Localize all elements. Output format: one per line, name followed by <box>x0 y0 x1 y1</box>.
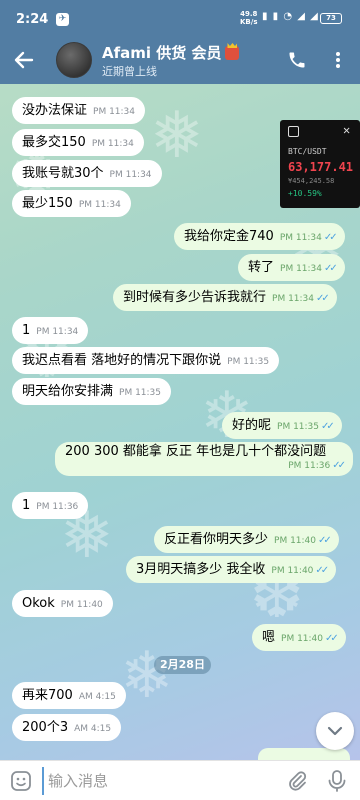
message-bubble[interactable]: 到时候有多少告诉我就行 PM 11:34 ✓✓ <box>113 284 337 311</box>
message-text: 最多交150 <box>22 135 86 150</box>
message-text: 到时候有多少告诉我就行 <box>123 290 267 305</box>
message-text: 1 <box>22 323 31 338</box>
message-time: PM 11:34 <box>93 107 136 117</box>
message-bubble[interactable]: 最少150 PM 11:34 <box>12 190 131 217</box>
chevron-down-icon <box>327 726 343 736</box>
message-bubble[interactable]: 再来700 AM 4:15 <box>12 682 126 709</box>
message-bubble[interactable]: 最多交150 PM 11:34 <box>12 129 144 156</box>
message-text: 3月明天搞多少 我全收 <box>136 562 266 577</box>
btc-price: 63,177.41 <box>288 160 354 174</box>
message-bubble[interactable]: 好的呢 PM 11:35 ✓✓ <box>222 412 342 439</box>
status-bar: 2:24 ✈ 49.8 KB/s ▮ ▮ ◔ ◢ ◢ 73 <box>0 0 360 36</box>
message-time: AM 4:15 <box>74 724 112 734</box>
message-text: 200个3 <box>22 720 69 735</box>
message-text: 明天给你安排满 <box>22 384 114 399</box>
read-receipt-icon: ✓✓ <box>318 535 332 546</box>
message-time: PM 11:40 <box>271 566 314 576</box>
battery-icon: 73 <box>320 13 342 24</box>
message-time: PM 11:35 <box>277 422 320 432</box>
expand-icon[interactable] <box>288 126 299 137</box>
message-time: PM 11:34 <box>91 139 134 149</box>
message-time: PM 11:40 <box>274 536 317 546</box>
message-text: 转了 <box>248 260 275 275</box>
message-bubble[interactable]: 我账号就30个 PM 11:34 <box>12 160 162 187</box>
message-text: 我迟点看看 落地好的情况下跟你说 <box>22 353 222 368</box>
btc-price-widget[interactable]: ✕ BTC/USDT 63,177.41 ¥454,245.58 +10.59% <box>280 120 360 208</box>
message-bubble[interactable]: 200 300 都能拿 反正 年也是几十个都没问题 PM 11:36 ✓✓ <box>55 442 353 476</box>
btc-change: +10.59% <box>288 189 322 198</box>
status-time: 2:24 <box>16 12 49 27</box>
back-arrow-icon[interactable] <box>10 46 38 74</box>
message-text: 好的呢 <box>232 418 272 433</box>
message-bubble[interactable]: 我迟点看看 落地好的情况下跟你说 PM 11:35 <box>12 347 280 374</box>
message-text: 最少150 <box>22 196 73 211</box>
message-time: AM 4:15 <box>78 692 116 702</box>
message-bubble[interactable]: 我给你定金740 PM 11:34 ✓✓ <box>174 223 345 250</box>
sticker-emoji-icon[interactable] <box>10 770 32 792</box>
last-seen-status: 近期曾上线 <box>102 65 157 78</box>
message-text: 再来700 <box>22 688 73 703</box>
message-time: PM 11:34 <box>78 200 121 210</box>
message-bubble[interactable]: 反正看你明天多少 PM 11:40 ✓✓ <box>154 526 339 553</box>
message-text: 嗯 <box>262 630 276 645</box>
message-time: PM 11:36 <box>288 461 331 471</box>
chat-title-wrap[interactable]: Afami 供货 会员 <box>102 42 240 63</box>
message-time: PM 11:40 <box>60 600 103 610</box>
message-bubble[interactable]: 嗯 PM 11:40 ✓✓ <box>252 624 346 651</box>
message-time: PM 11:34 <box>109 170 152 180</box>
message-time: PM 11:34 <box>280 264 323 274</box>
phone-icon[interactable] <box>287 50 307 70</box>
attach-icon[interactable] <box>286 770 308 792</box>
read-receipt-icon: ✓✓ <box>321 421 335 432</box>
message-time: PM 11:35 <box>227 357 270 367</box>
chat-title: Afami 供货 会员 <box>102 44 222 62</box>
message-time: PM 11:40 <box>281 634 324 644</box>
network-speed: 49.8 KB/s <box>240 10 257 26</box>
read-receipt-icon: ✓✓ <box>315 565 329 576</box>
scroll-to-bottom-button[interactable] <box>316 712 354 750</box>
message-input[interactable] <box>42 767 272 795</box>
message-bubble[interactable]: 明天给你安排满 PM 11:35 <box>12 378 172 405</box>
message-text: 200 300 都能拿 反正 年也是几十个都没问题 <box>65 444 327 459</box>
crown-badge-icon <box>225 46 240 60</box>
message-bubble[interactable]: 200个3 AM 4:15 <box>12 714 122 741</box>
message-time: PM 11:34 <box>272 294 315 304</box>
telegram-notification-icon: ✈ <box>56 13 69 26</box>
read-receipt-icon: ✓✓ <box>324 263 338 274</box>
message-time: PM 11:34 <box>279 233 322 243</box>
message-time: PM 11:34 <box>36 327 79 337</box>
message-text: 反正看你明天多少 <box>164 532 269 547</box>
read-receipt-icon: ✓✓ <box>323 232 338 243</box>
message-bubble[interactable]: 3月明天搞多少 我全收 PM 11:40 ✓✓ <box>126 556 337 583</box>
message-text: 我账号就30个 <box>22 166 104 181</box>
signal-wifi-icons: ▮ ▮ ◔ ◢ ◢ <box>262 11 319 22</box>
message-bubble[interactable]: 转了 PM 11:34 ✓✓ <box>238 254 345 281</box>
read-receipt-icon: ✓✓ <box>316 293 330 304</box>
message-bubble[interactable]: Okok PM 11:40 <box>12 590 113 617</box>
message-text: 没办法保证 <box>22 103 88 118</box>
btc-pair-label: BTC/USDT <box>288 147 327 156</box>
speed-unit: KB/s <box>240 18 258 26</box>
speed-value: 49.8 <box>240 10 258 18</box>
message-bubble[interactable]: 没办法保证 PM 11:34 <box>12 97 146 124</box>
more-vertical-icon[interactable] <box>328 50 348 70</box>
date-separator: 2月28日 <box>154 656 211 674</box>
read-receipt-icon: ✓✓ <box>325 633 339 644</box>
microphone-icon[interactable] <box>326 769 348 793</box>
message-bubble[interactable]: 1 PM 11:34 <box>12 317 89 344</box>
message-meta: PM 11:36 ✓✓ <box>282 458 346 473</box>
message-time: PM 11:36 <box>36 502 79 512</box>
message-text: 我给你定金740 <box>184 229 274 244</box>
chat-header: Afami 供货 会员 近期曾上线 <box>0 36 360 84</box>
message-bubble[interactable]: 1 PM 11:36 <box>12 492 89 519</box>
message-text: Okok <box>22 596 55 611</box>
btc-local-price: ¥454,245.58 <box>288 177 335 185</box>
avatar[interactable] <box>56 42 92 78</box>
message-time: PM 11:35 <box>119 388 162 398</box>
message-text: 1 <box>22 498 31 513</box>
read-receipt-icon: ✓✓ <box>332 460 346 471</box>
message-input-bar <box>0 760 360 800</box>
close-icon[interactable]: ✕ <box>343 123 350 137</box>
